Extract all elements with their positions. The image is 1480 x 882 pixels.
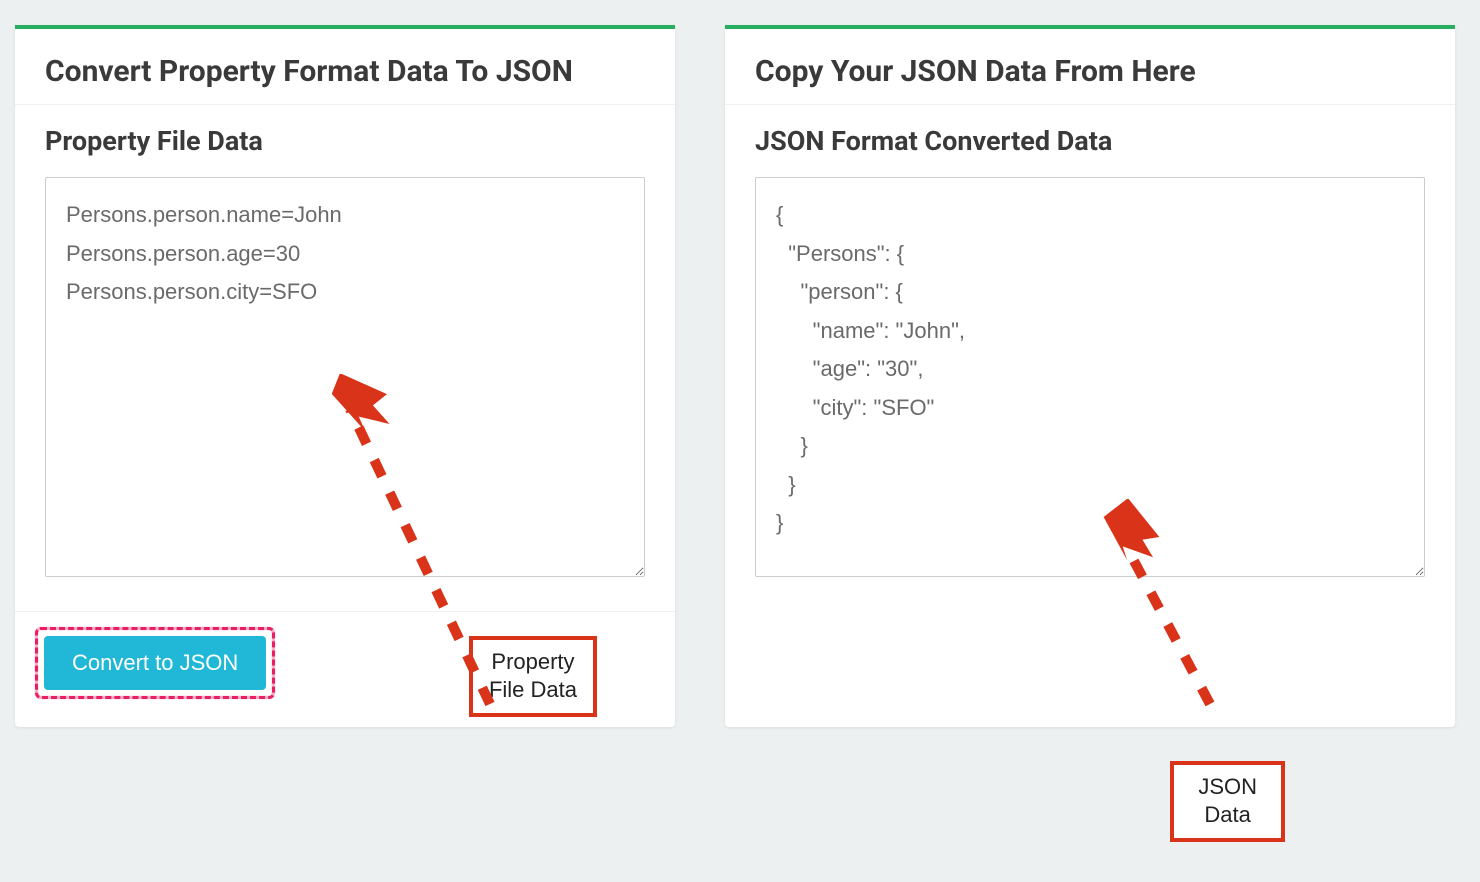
property-input-textarea[interactable] [45, 177, 645, 577]
property-annotation: Property File Data [469, 636, 597, 717]
json-annotation: JSON Data [1170, 761, 1285, 842]
output-panel: Copy Your JSON Data From Here JSON Forma… [725, 25, 1455, 727]
json-data-label: JSON Format Converted Data [755, 125, 1425, 157]
convert-panel: Convert Property Format Data To JSON Pro… [15, 25, 675, 727]
property-data-label: Property File Data [45, 125, 645, 157]
convert-panel-footer: Convert to JSON Property File Data [15, 611, 675, 727]
convert-to-json-button[interactable]: Convert to JSON [44, 636, 266, 690]
output-panel-title: Copy Your JSON Data From Here [755, 54, 1425, 89]
convert-panel-title: Convert Property Format Data To JSON [45, 54, 645, 89]
json-annotation-label: JSON Data [1170, 761, 1285, 842]
json-output-textarea[interactable] [755, 177, 1425, 577]
output-panel-body: JSON Format Converted Data [725, 105, 1455, 611]
property-annotation-label: Property File Data [469, 636, 597, 717]
convert-panel-body: Property File Data [15, 105, 675, 611]
button-highlight: Convert to JSON [35, 627, 275, 699]
convert-panel-header: Convert Property Format Data To JSON [15, 29, 675, 105]
output-panel-header: Copy Your JSON Data From Here [725, 29, 1455, 105]
